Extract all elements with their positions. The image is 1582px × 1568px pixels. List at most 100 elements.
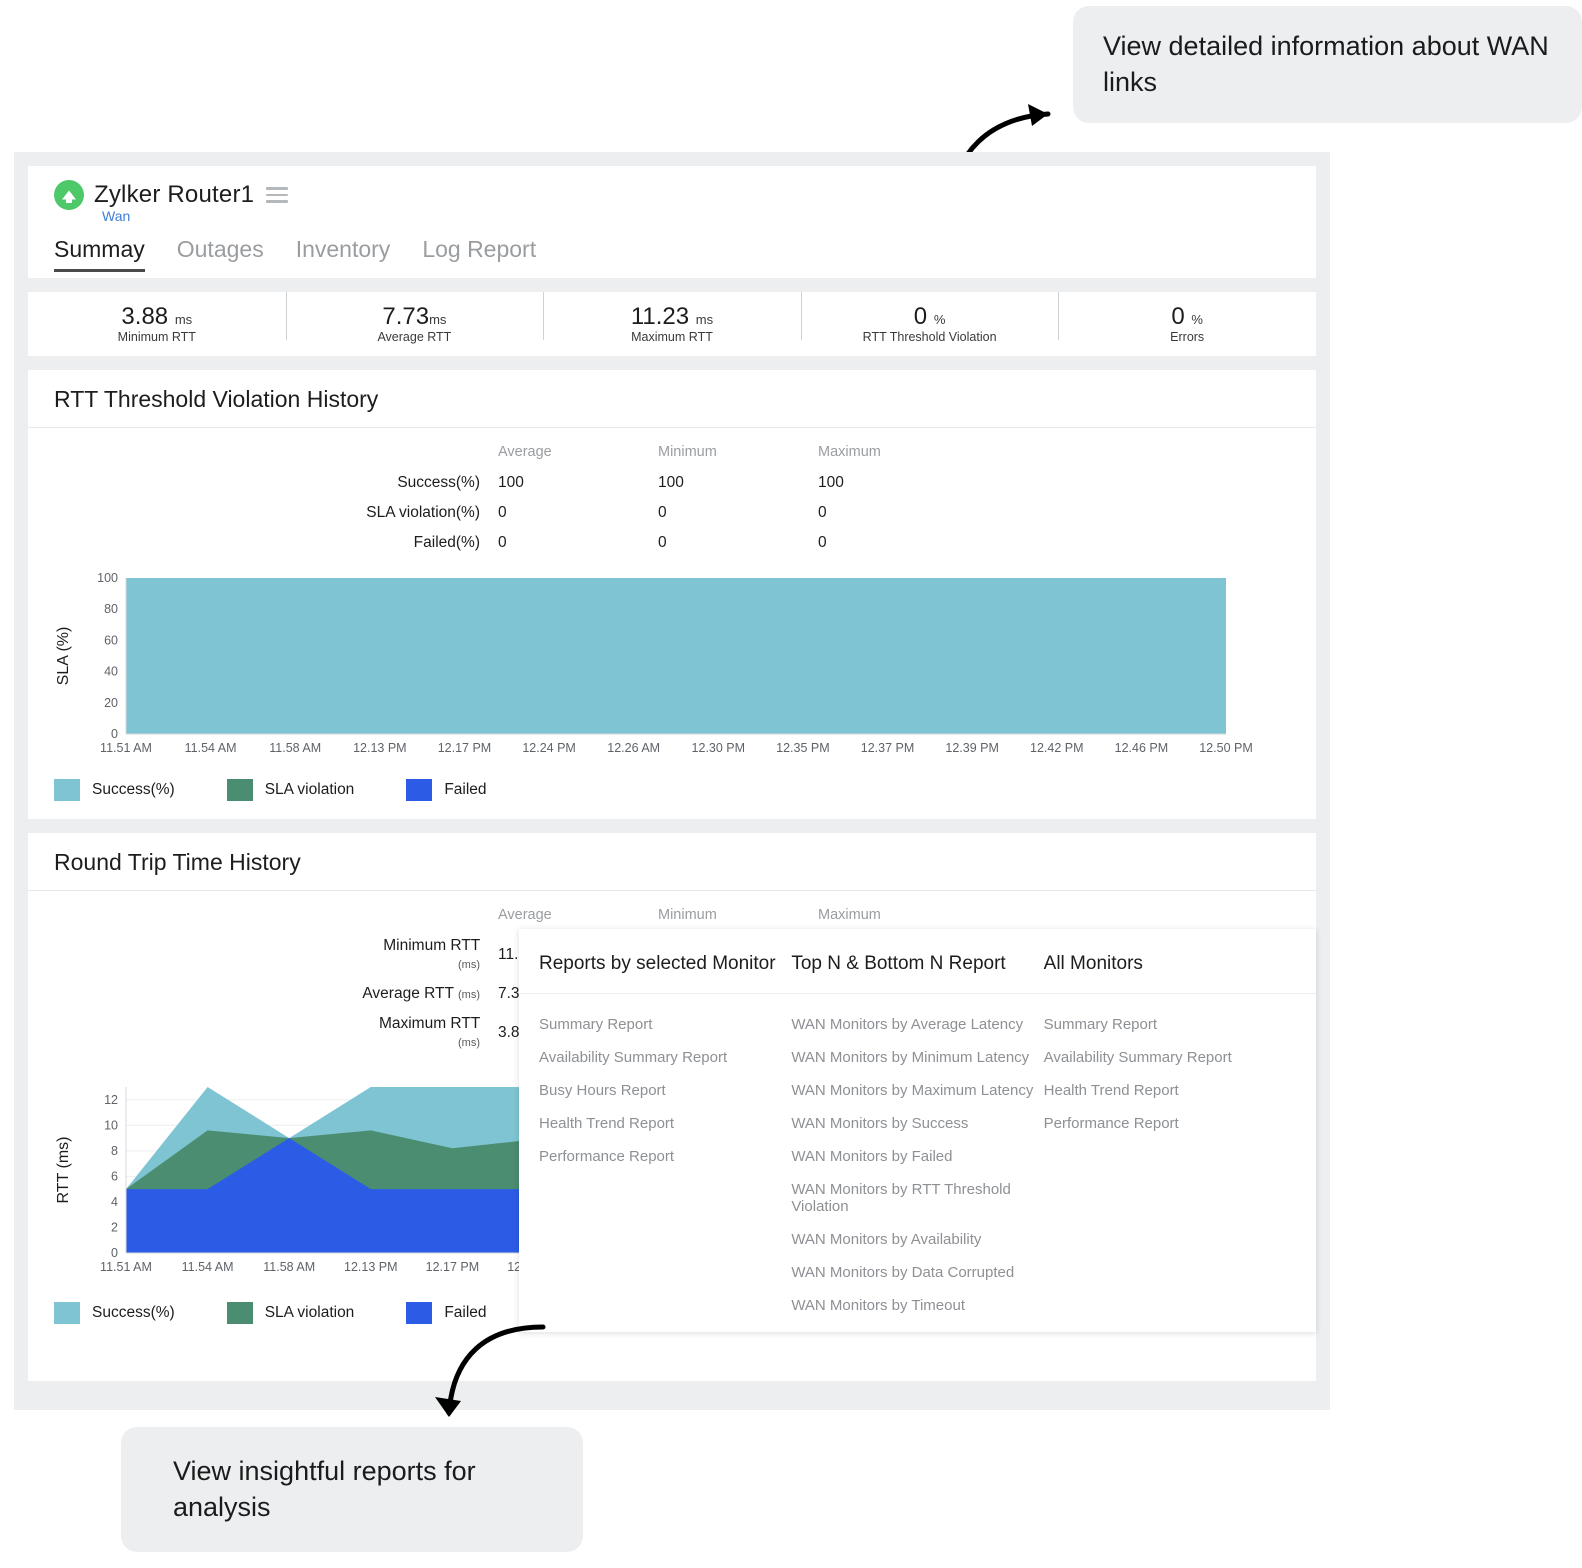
callout-reports: View insightful reports for analysis	[121, 1427, 583, 1552]
tab-outages[interactable]: Outages	[177, 236, 264, 272]
hamburger-icon[interactable]	[266, 187, 289, 203]
reports-menu-header: Reports by selected Monitor Top N & Bott…	[519, 929, 1316, 994]
legend-item-sla-violation[interactable]: SLA violation	[226, 779, 354, 801]
legend-item-success[interactable]: Success(%)	[54, 1302, 175, 1324]
report-menu-item[interactable]: Availability Summary Report	[539, 1041, 791, 1074]
stat-average-rtt: 7.73ms Average RTT	[285, 291, 544, 344]
sla-chart: 0 20 40 60 80 100 SLA (%) 11.51 AM 11.54 AM 11.58…	[28, 564, 1316, 765]
report-menu-item[interactable]: WAN Monitors by Timeout	[791, 1289, 1043, 1322]
report-menu-item[interactable]: WAN Monitors by Minimum Latency	[791, 1041, 1043, 1074]
stat-minimum-rtt: 3.88 ms Minimum RTT	[28, 304, 286, 344]
stat-rtt-threshold-violation: 0 % RTT Threshold Violation	[800, 291, 1059, 344]
svg-text:0: 0	[111, 727, 118, 741]
legend-item-failed[interactable]: Failed	[406, 779, 487, 801]
sla-area-chart[interactable]: 0 20 40 60 80 100 SLA (%) 11.51 AM 11.54 AM 11.58…	[54, 570, 1290, 760]
tab-summay[interactable]: Summay	[54, 236, 145, 272]
row-unit: (ms)	[458, 1037, 480, 1049]
legend-label: Failed	[444, 781, 487, 798]
tab-log-report[interactable]: Log Report	[422, 236, 536, 272]
svg-text:40: 40	[104, 665, 118, 679]
svg-text:80: 80	[104, 602, 118, 616]
legend-label: Failed	[444, 1304, 487, 1321]
report-menu-item[interactable]: Summary Report	[539, 1008, 791, 1041]
x-tick-label: 11.58 AM	[269, 741, 321, 755]
row-label: SLA violation(%)	[366, 504, 480, 521]
legend-swatch-sla-violation	[226, 779, 253, 801]
report-menu-item[interactable]: WAN Monitors by Success	[791, 1107, 1043, 1140]
stat-unit: ms	[174, 311, 193, 327]
report-menu-item[interactable]: WAN Monitors by RTT Threshold Violation	[791, 1173, 1043, 1223]
stat-value: 0	[1171, 302, 1185, 330]
report-menu-item[interactable]: Summary Report	[1044, 1008, 1296, 1041]
series-success-	[126, 578, 1226, 734]
report-menu-item[interactable]: Busy Hours Report	[539, 1074, 791, 1107]
report-menu-item[interactable]: WAN Monitors by Availability	[791, 1223, 1043, 1256]
reports-col-head-topn: Top N & Bottom N Report	[791, 953, 1006, 974]
svg-text:20: 20	[104, 696, 118, 710]
reports-col-head-by-monitor: Reports by selected Monitor	[539, 953, 776, 974]
cell-value: 0	[498, 534, 507, 551]
monitor-type-link[interactable]: Wan	[102, 208, 1290, 224]
monitor-tabs: Summay Outages Inventory Log Report	[54, 236, 1290, 272]
report-menu-item[interactable]: Performance Report	[539, 1140, 791, 1173]
svg-text:0: 0	[111, 1246, 118, 1260]
row-label: Failed(%)	[413, 534, 480, 551]
x-tick-label: 12.17 PM	[438, 741, 492, 755]
col-maximum: Maximum	[818, 444, 881, 460]
legend-item-success[interactable]: Success(%)	[54, 779, 175, 801]
table-header-row: Average Minimum Maximum	[358, 444, 978, 468]
legend-item-sla-violation[interactable]: SLA violation	[226, 1302, 354, 1324]
svg-text:100: 100	[97, 571, 118, 585]
cell-value: 100	[818, 474, 844, 491]
sla-section-title: RTT Threshold Violation History	[28, 370, 1316, 428]
cell-value: 100	[498, 474, 524, 491]
table-row: Failed(%) 0 0 0	[358, 528, 978, 558]
report-menu-item[interactable]: Health Trend Report	[539, 1107, 791, 1140]
cell-value: 0	[498, 504, 507, 521]
x-tick-label: 12.13 PM	[353, 741, 407, 755]
x-tick-label: 12.35 PM	[776, 741, 830, 755]
stat-unit: %	[1191, 311, 1203, 327]
stat-value: 0	[913, 302, 928, 330]
cell-value: 100	[658, 474, 684, 491]
report-menu-item[interactable]: WAN Monitors by Average Latency	[791, 1008, 1043, 1041]
x-tick-label: 11.54 AM	[182, 1260, 234, 1274]
stat-unit: ms	[429, 311, 447, 327]
x-tick-label: 12.24 PM	[522, 741, 576, 755]
x-tick-label: 12.26 AM	[607, 741, 660, 755]
cell-value: 0	[658, 534, 667, 551]
reports-menu-body: Summary Report Availability Summary Repor…	[519, 994, 1316, 1322]
stat-label: Maximum RTT	[631, 330, 713, 345]
stat-value: 11.23	[630, 302, 690, 330]
x-tick-label: 11.51 AM	[100, 741, 152, 755]
col-minimum: Minimum	[658, 907, 717, 923]
report-menu-item[interactable]: WAN Monitors by Data Corrupted	[791, 1256, 1043, 1289]
reports-dropdown-menu[interactable]: Reports by selected Monitor Top N & Bott…	[519, 929, 1316, 1332]
rtt-section-title: Round Trip Time History	[28, 833, 1316, 891]
row-unit: (ms)	[458, 959, 480, 971]
table-row: SLA violation(%) 0 0 0	[358, 498, 978, 528]
report-menu-item[interactable]: WAN Monitors by Maximum Latency	[791, 1074, 1043, 1107]
report-menu-item[interactable]: WAN Monitors by Failed	[791, 1140, 1043, 1173]
svg-text:2: 2	[111, 1220, 118, 1234]
row-label: Maximum RTT	[378, 1015, 480, 1032]
rtt-area-chart[interactable]: 0 2 4 6 8 10 12 RTT (ms) 11.51 AM 11.54 AM 11.58 A…	[54, 1079, 561, 1279]
svg-text:12: 12	[104, 1093, 118, 1107]
page-title: Zylker Router1	[94, 181, 255, 208]
reports-column-all-monitors: Summary Report Availability Summary Repor…	[1044, 1008, 1296, 1322]
report-menu-item[interactable]: Health Trend Report	[1044, 1074, 1296, 1107]
stat-value: 7.73	[382, 302, 430, 330]
legend-label: Success(%)	[92, 781, 175, 798]
reports-column-topn: WAN Monitors by Average Latency WAN Monit…	[791, 1008, 1043, 1322]
report-menu-item[interactable]: Availability Summary Report	[1044, 1041, 1296, 1074]
tab-inventory[interactable]: Inventory	[296, 236, 391, 272]
legend-item-failed[interactable]: Failed	[406, 1302, 487, 1324]
x-tick-label: 12.46 PM	[1115, 741, 1169, 755]
report-menu-item[interactable]: Performance Report	[1044, 1107, 1296, 1140]
legend-swatch-failed	[406, 779, 433, 801]
svg-text:4: 4	[111, 1195, 118, 1209]
reports-column-by-monitor: Summary Report Availability Summary Repor…	[539, 1008, 791, 1322]
legend-swatch-success	[54, 779, 80, 801]
col-average: Average	[498, 907, 552, 923]
stat-unit: ms	[695, 311, 714, 327]
